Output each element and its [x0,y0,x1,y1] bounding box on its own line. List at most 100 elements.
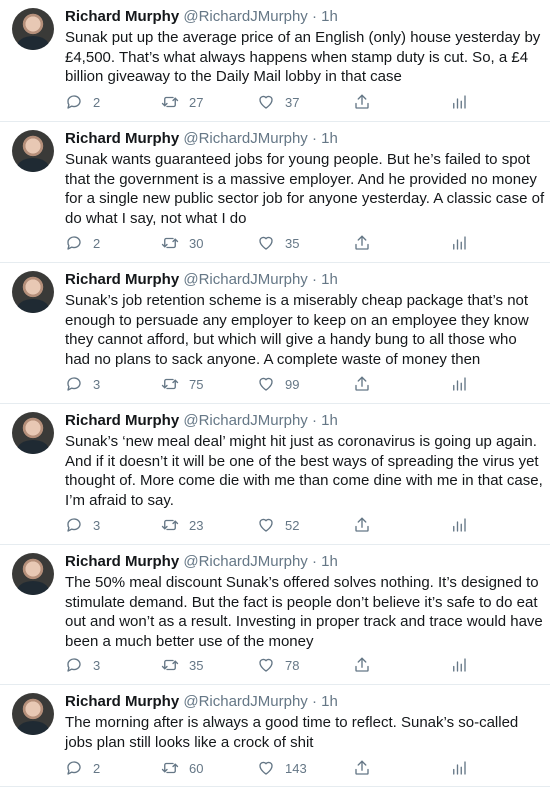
avatar[interactable] [12,412,54,454]
analytics-button[interactable] [450,374,468,394]
share-icon [355,235,369,250]
author-handle[interactable]: @RichardJMurphy [183,8,307,25]
timestamp[interactable]: 1h [321,130,338,147]
reply-icon [67,518,81,532]
reply-button[interactable]: 2 [65,233,100,253]
author-handle[interactable]: @RichardJMurphy [183,412,307,429]
analytics-icon [453,518,466,532]
timestamp[interactable]: 1h [321,8,338,25]
separator-dot: · [311,8,317,25]
author-name[interactable]: Richard Murphy [65,553,179,570]
retweet-icon [161,237,179,249]
retweet-button[interactable]: 35 [161,655,203,675]
tweet[interactable]: Richard Murphy @RichardJMurphy · 1h Suna… [0,263,550,404]
like-count: 37 [285,94,300,110]
reply-icon [67,658,81,672]
share-icon [355,94,369,109]
reply-button[interactable]: 2 [65,758,100,778]
retweet-icon [161,378,179,390]
reply-count: 3 [93,657,101,673]
timestamp[interactable]: 1h [321,412,338,429]
tweet[interactable]: Richard Murphy @RichardJMurphy · 1h Suna… [0,404,550,545]
reply-button[interactable]: 3 [65,374,100,394]
retweet-icon [161,762,179,774]
like-count: 99 [285,376,300,392]
like-button[interactable]: 35 [257,233,299,253]
retweet-button[interactable]: 30 [161,233,203,253]
retweet-button[interactable]: 75 [161,374,203,394]
reply-button[interactable]: 2 [65,92,100,112]
timestamp[interactable]: 1h [321,271,338,288]
tweet-header: Richard Murphy @RichardJMurphy · 1h [65,270,338,290]
heart-icon [259,761,273,775]
analytics-button[interactable] [450,515,468,535]
tweet-actions: 3 75 99 [65,374,468,394]
retweet-count: 60 [189,760,204,776]
analytics-button[interactable] [450,92,468,112]
separator-dot: · [311,130,317,147]
tweet[interactable]: Richard Murphy @RichardJMurphy · 1h The … [0,545,550,685]
analytics-button[interactable] [450,758,468,778]
reply-icon [67,236,81,250]
timestamp[interactable]: 1h [321,693,338,710]
share-button[interactable] [353,515,371,535]
author-name[interactable]: Richard Murphy [65,412,179,429]
reply-button[interactable]: 3 [65,655,100,675]
retweet-button[interactable]: 60 [161,758,203,778]
avatar[interactable] [12,271,54,313]
avatar[interactable] [12,130,54,172]
avatar[interactable] [12,553,54,595]
like-count: 35 [285,235,300,251]
tweet[interactable]: Richard Murphy @RichardJMurphy · 1h Suna… [0,0,550,122]
like-button[interactable]: 52 [257,515,299,535]
author-handle[interactable]: @RichardJMurphy [183,553,307,570]
author-name[interactable]: Richard Murphy [65,693,179,710]
like-button[interactable]: 99 [257,374,299,394]
like-count: 143 [285,760,307,776]
heart-icon [259,518,273,532]
share-button[interactable] [353,374,371,394]
like-button[interactable]: 78 [257,655,299,675]
tweet-text: Sunak wants guaranteed jobs for young pe… [65,151,545,227]
reply-count: 2 [93,235,101,251]
tweet-actions: 2 30 35 [65,233,468,253]
retweet-icon [161,519,179,531]
author-handle[interactable]: @RichardJMurphy [183,693,307,710]
retweet-count: 35 [189,657,204,673]
analytics-icon [453,658,466,672]
separator-dot: · [311,412,317,429]
author-name[interactable]: Richard Murphy [65,130,179,147]
share-icon [355,657,369,672]
share-button[interactable] [353,655,371,675]
tweet[interactable]: Richard Murphy @RichardJMurphy · 1h The … [0,685,550,787]
author-handle[interactable]: @RichardJMurphy [183,130,307,147]
share-button[interactable] [353,758,371,778]
tweet-actions: 2 27 37 [65,92,468,112]
tweet-header: Richard Murphy @RichardJMurphy · 1h [65,552,338,572]
like-count: 52 [285,517,300,533]
tweet[interactable]: Richard Murphy @RichardJMurphy · 1h Suna… [0,122,550,263]
author-name[interactable]: Richard Murphy [65,8,179,25]
retweet-button[interactable]: 27 [161,92,203,112]
reply-icon [67,95,81,109]
timestamp[interactable]: 1h [321,553,338,570]
share-button[interactable] [353,92,371,112]
retweet-count: 23 [189,517,204,533]
separator-dot: · [311,693,317,710]
author-handle[interactable]: @RichardJMurphy [183,271,307,288]
tweet-text: The 50% meal discount Sunak’s offered so… [65,574,543,650]
share-icon [355,376,369,391]
reply-icon [67,377,81,391]
share-button[interactable] [353,233,371,253]
tweet-actions: 2 60 143 [65,758,468,778]
like-button[interactable]: 37 [257,92,299,112]
analytics-icon [453,236,466,250]
avatar[interactable] [12,693,54,735]
retweet-button[interactable]: 23 [161,515,203,535]
reply-button[interactable]: 3 [65,515,100,535]
author-name[interactable]: Richard Murphy [65,271,179,288]
avatar[interactable] [12,8,54,50]
analytics-button[interactable] [450,655,468,675]
like-button[interactable]: 143 [257,758,307,778]
analytics-button[interactable] [450,233,468,253]
